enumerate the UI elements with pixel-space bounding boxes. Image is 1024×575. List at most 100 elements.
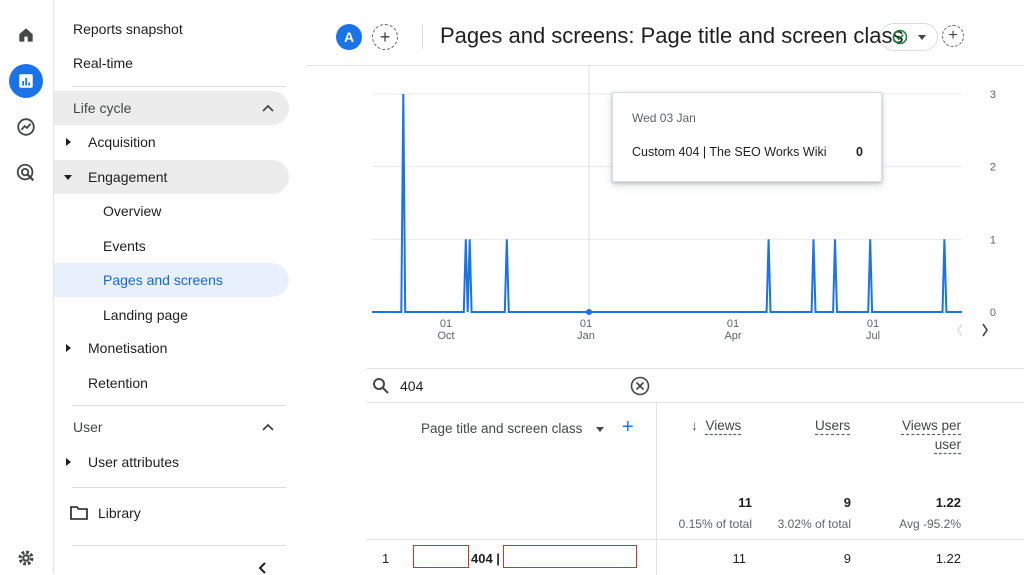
nav-label: Events	[103, 238, 146, 254]
main-content: A + Pages and screens: Page title and sc…	[306, 0, 1024, 575]
icon-rail	[0, 0, 54, 574]
nav-label: Landing page	[103, 307, 188, 323]
nav-library[interactable]: Library	[70, 496, 141, 530]
nav-label: Retention	[88, 375, 148, 391]
divider	[72, 86, 286, 87]
reports-nav: Reports snapshot Real-time Life cycle Ac…	[54, 0, 306, 574]
views-header[interactable]: ↓ Views	[691, 418, 741, 433]
nav-label: Reports snapshot	[73, 21, 183, 37]
y-tick-label: 3	[990, 89, 996, 101]
row-views-per-user: 1.22	[935, 551, 961, 566]
nav-label: Engagement	[88, 169, 168, 185]
divider	[422, 25, 423, 49]
hover-point	[586, 309, 592, 315]
views-chart: 0 1 2 3 01 Oct 01 Jan 01 Apr 01 Jul Wed 03 Jan Cust…	[306, 66, 1024, 362]
nav-label: Real-time	[73, 55, 133, 71]
nav-pages-and-screens[interactable]: Pages and screens	[54, 263, 289, 297]
tooltip-date: Wed 03 Jan	[632, 111, 696, 125]
chevron-up-icon	[262, 104, 274, 112]
collapse-nav-icon[interactable]	[258, 562, 266, 574]
report-table: Page title and screen class + ↓ Views Us…	[366, 402, 1024, 575]
caret-down-icon	[64, 174, 72, 180]
chevron-up-icon	[262, 423, 274, 431]
total-users-share: 3.02% of total	[777, 517, 851, 531]
row-page-title[interactable]: 404 |	[471, 551, 500, 566]
x-tick-month: Apr	[724, 330, 741, 342]
table-search-bar: 404	[366, 368, 1024, 402]
dimension-dropdown-icon[interactable]	[596, 426, 605, 432]
home-icon[interactable]	[9, 18, 43, 52]
table-row[interactable]: 1 404 | 11 9 1.22	[366, 539, 1024, 575]
users-header[interactable]: Users	[815, 418, 850, 433]
nav-monetisation[interactable]: Monetisation	[66, 331, 167, 365]
x-tick-day: 01	[867, 318, 879, 330]
vpu-header-line1: Views per	[901, 418, 961, 433]
row-index: 1	[382, 551, 390, 566]
nav-events[interactable]: Events	[103, 229, 146, 263]
report-header: A + Pages and screens: Page title and sc…	[306, 0, 1024, 66]
views-per-user-header[interactable]: Views per user	[901, 418, 961, 452]
users-header-label: Users	[815, 418, 851, 433]
nav-acquisition[interactable]: Acquisition	[66, 125, 156, 159]
sort-desc-icon: ↓	[691, 418, 698, 433]
nav-section-user[interactable]: User	[73, 410, 289, 444]
nav-overview[interactable]: Overview	[103, 194, 161, 228]
nav-user-attributes[interactable]: User attributes	[66, 445, 179, 479]
x-tick-month: Jul	[866, 330, 880, 342]
total-views-share: 0.15% of total	[678, 517, 752, 531]
x-tick-day: 01	[580, 318, 592, 330]
folder-icon	[70, 506, 88, 520]
add-dimension-button[interactable]: +	[622, 417, 634, 437]
dimension-header-label: Page title and screen class	[421, 421, 583, 436]
views-header-label: Views	[705, 418, 742, 433]
total-vpu-avg: Avg -95.2%	[899, 517, 961, 531]
nav-label: Acquisition	[88, 134, 156, 150]
section-label: Life cycle	[73, 100, 132, 116]
page-title: Pages and screens: Page title and screen…	[440, 23, 904, 48]
add-report-button[interactable]: +	[942, 25, 964, 47]
redaction-box	[413, 545, 469, 568]
y-tick-label: 0	[990, 307, 996, 319]
caret-right-icon	[66, 458, 71, 466]
divider	[72, 487, 286, 488]
total-views-per-user: 1.22	[935, 495, 961, 510]
explore-icon[interactable]	[9, 110, 43, 144]
nav-label: Library	[98, 505, 141, 521]
check-circle-icon	[892, 29, 908, 45]
nav-label: Overview	[103, 203, 162, 219]
settings-icon[interactable]	[9, 541, 43, 575]
chart-tooltip: Wed 03 Jan Custom 404 | The SEO Works Wi…	[612, 92, 882, 182]
comparison-avatar[interactable]: A	[336, 24, 362, 50]
reports-icon[interactable]	[9, 64, 43, 98]
row-users: 9	[843, 551, 851, 566]
nav-reports-snapshot[interactable]: Reports snapshot	[73, 12, 183, 46]
y-tick-label: 2	[990, 162, 996, 174]
report-status-chip[interactable]	[880, 23, 938, 51]
dropdown-caret-icon	[918, 34, 926, 40]
nav-engagement[interactable]: Engagement	[54, 160, 289, 194]
divider	[72, 405, 286, 406]
x-tick-month: Oct	[437, 330, 454, 342]
divider	[72, 545, 286, 546]
nav-label: Pages and screens	[103, 272, 223, 288]
nav-realtime[interactable]: Real-time	[73, 46, 133, 80]
add-comparison-button[interactable]: +	[372, 24, 398, 50]
caret-right-icon	[66, 138, 71, 146]
clear-search-icon[interactable]	[630, 376, 650, 396]
nav-label: Monetisation	[88, 340, 168, 356]
advertising-icon[interactable]	[9, 156, 43, 190]
total-users: 9	[843, 495, 851, 510]
search-input[interactable]: 404	[400, 378, 423, 394]
search-icon	[373, 378, 389, 394]
tooltip-label: Custom 404 | The SEO Works Wiki	[632, 145, 827, 159]
chart-prev-icon	[957, 323, 963, 337]
nav-section-lifecycle[interactable]: Life cycle	[54, 91, 289, 125]
nav-retention[interactable]: Retention	[88, 366, 148, 400]
dimension-header[interactable]: Page title and screen class	[421, 421, 605, 436]
nav-landing-page[interactable]: Landing page	[103, 298, 188, 332]
row-views: 11	[732, 551, 747, 566]
x-tick-day: 01	[727, 318, 739, 330]
x-tick-day: 01	[440, 318, 452, 330]
nav-label: User attributes	[88, 454, 180, 470]
chart-next-icon[interactable]	[982, 323, 988, 337]
